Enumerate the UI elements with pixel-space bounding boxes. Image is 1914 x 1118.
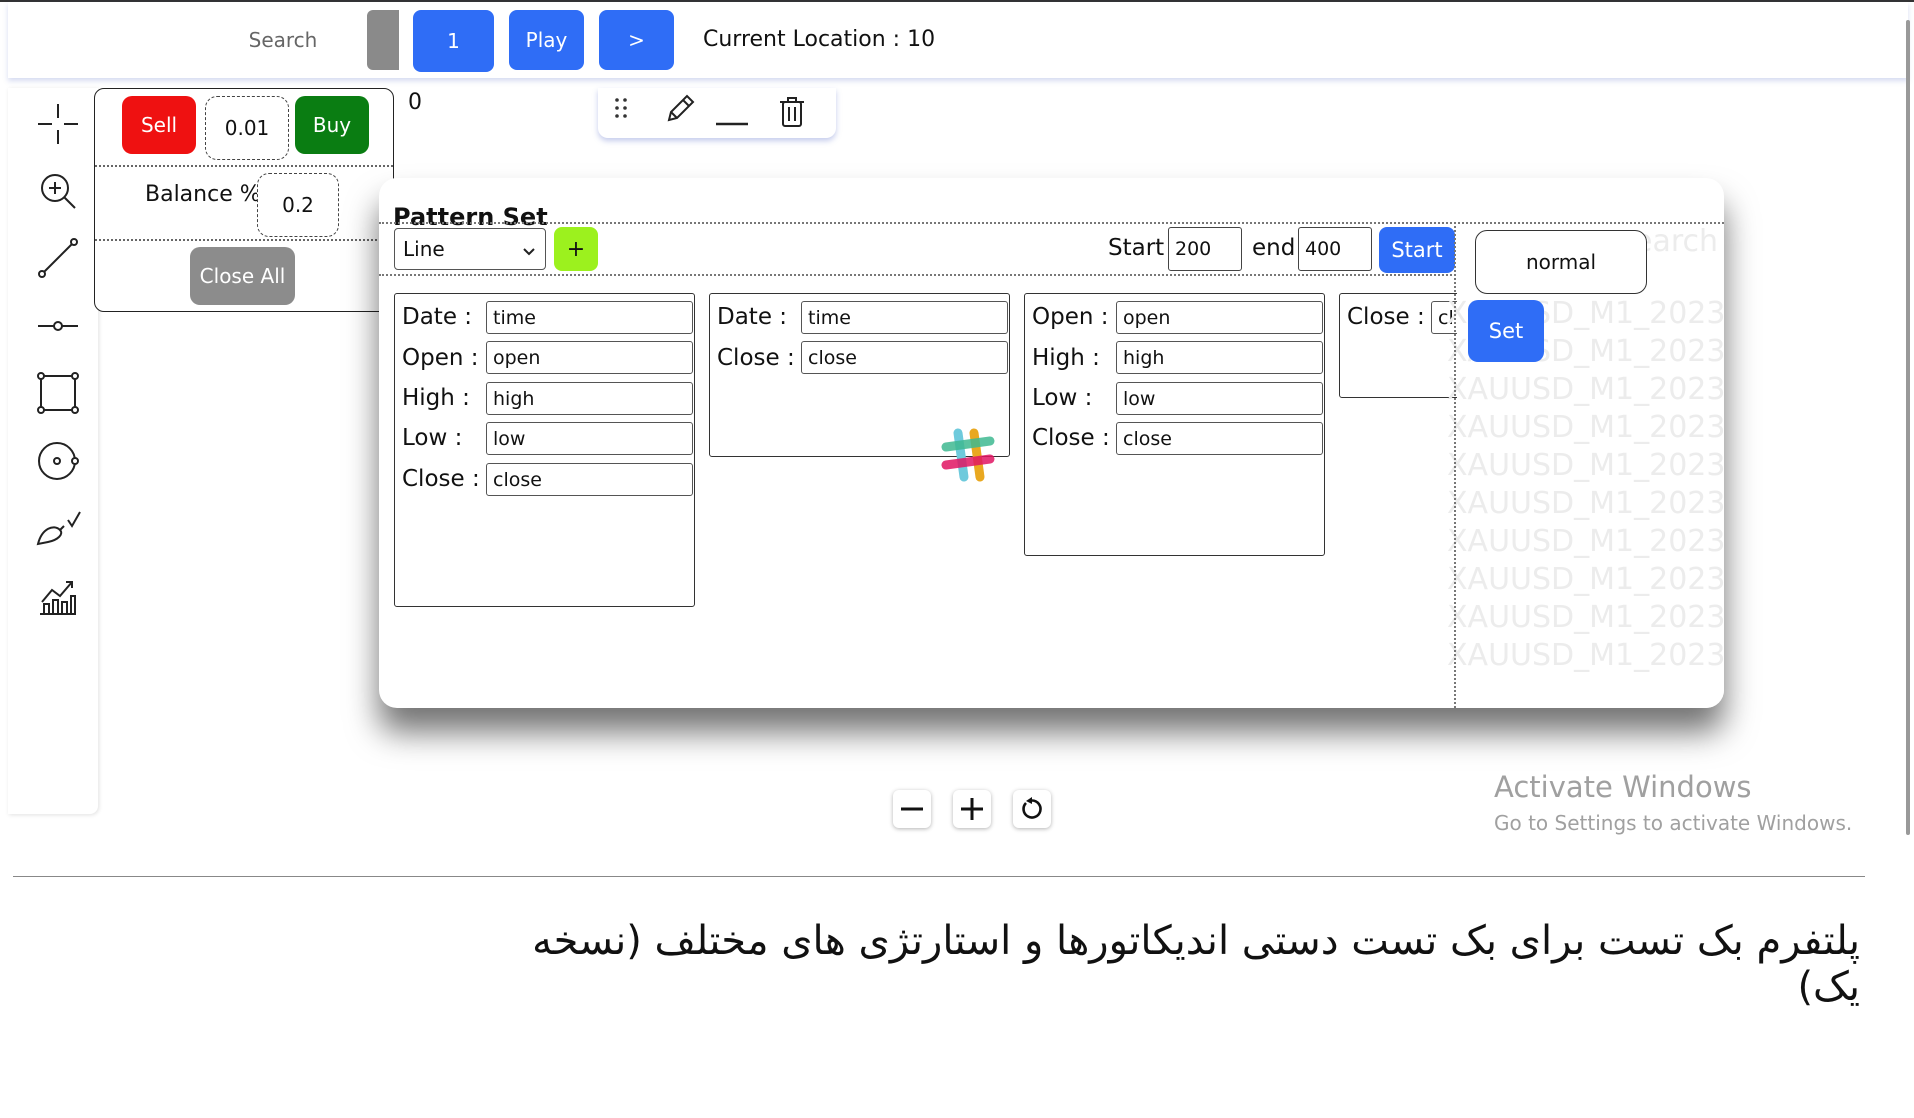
- pencil-icon[interactable]: [663, 92, 697, 130]
- close-all-button[interactable]: Close All: [190, 247, 295, 305]
- zoom-out-button[interactable]: [893, 790, 931, 828]
- reset-zoom-button[interactable]: [1013, 790, 1051, 828]
- line-style-icon[interactable]: [716, 112, 748, 131]
- field-label: Close :: [1032, 425, 1110, 451]
- field-input[interactable]: time: [486, 301, 693, 334]
- field-label: Open :: [402, 345, 479, 371]
- pattern-set-modal: Pattern Set Line + Start end Start Date …: [379, 178, 1724, 708]
- plus-icon: [961, 798, 983, 820]
- zoom-in-button[interactable]: [953, 790, 991, 828]
- trendline-icon[interactable]: [28, 228, 88, 288]
- field-label: Date :: [717, 304, 788, 330]
- select-value: Line: [403, 237, 445, 261]
- field-input[interactable]: low: [486, 422, 693, 455]
- field-input[interactable]: close: [801, 341, 1008, 374]
- minus-icon: [901, 807, 923, 811]
- hashtag-logo-icon: [938, 425, 998, 489]
- brush-icon[interactable]: [28, 498, 88, 558]
- indicator-chart-icon[interactable]: [28, 566, 88, 626]
- file-item[interactable]: XAUUSD_M1_202308: [1447, 524, 1724, 559]
- field-label: High :: [402, 385, 470, 411]
- divider: [379, 274, 1487, 276]
- field-label: Close :: [1347, 304, 1425, 330]
- mode-select[interactable]: normal: [1475, 230, 1647, 294]
- file-item[interactable]: XAUUSD_M1_202311: [1447, 638, 1724, 673]
- position-counter: 0: [408, 90, 422, 115]
- drag-handle-icon[interactable]: [613, 96, 629, 124]
- step-input[interactable]: 1: [413, 10, 494, 72]
- start-input[interactable]: [1168, 227, 1242, 271]
- trash-icon[interactable]: [778, 96, 806, 132]
- chevron-down-icon: [523, 237, 535, 261]
- left-toolbar: [8, 88, 98, 814]
- top-bar: 1 Play > Current Location : 10: [8, 2, 1908, 78]
- activate-windows-subtitle: Go to Settings to activate Windows.: [1494, 811, 1853, 835]
- start-label: Start: [1108, 235, 1165, 261]
- field-input[interactable]: time: [801, 301, 1008, 334]
- pattern-card-ohlc: Date : time Open : open High : high Low …: [394, 293, 695, 607]
- current-location: Current Location : 10: [703, 27, 936, 52]
- end-input[interactable]: [1298, 227, 1372, 271]
- field-input[interactable]: high: [1116, 341, 1323, 374]
- search-input[interactable]: [198, 22, 368, 58]
- field-input[interactable]: close: [1116, 422, 1323, 455]
- field-label: Close :: [717, 345, 795, 371]
- drawing-toolbar: [598, 88, 836, 138]
- field-input[interactable]: close: [486, 463, 693, 496]
- zoom-in-icon[interactable]: [28, 161, 88, 221]
- divider: [13, 876, 1865, 877]
- file-item[interactable]: XAUUSD_M1_202310: [1447, 600, 1724, 635]
- circle-icon[interactable]: [28, 431, 88, 491]
- field-label: Low :: [1032, 385, 1093, 411]
- divider: [95, 165, 393, 167]
- field-label: Open :: [1032, 304, 1109, 330]
- page-caption: پلتفرم بک تست برای بک تست دستی اندیکاتور…: [532, 918, 1860, 1010]
- field-label: Date :: [402, 304, 473, 330]
- sell-button[interactable]: Sell: [122, 96, 196, 154]
- file-item[interactable]: XAUUSD_M1_202303: [1447, 372, 1724, 407]
- refresh-icon: [1022, 797, 1042, 819]
- horizontal-line-icon[interactable]: [28, 296, 88, 356]
- balance-input[interactable]: 0.2: [257, 173, 339, 237]
- field-input[interactable]: low: [1116, 382, 1323, 415]
- page-scrollbar[interactable]: [1906, 20, 1910, 835]
- field-input[interactable]: open: [1116, 301, 1323, 334]
- start-button[interactable]: Start: [1379, 227, 1455, 273]
- lot-size-input[interactable]: 0.01: [205, 96, 289, 160]
- field-label: Low :: [402, 425, 463, 451]
- file-item[interactable]: XAUUSD_M1_202304: [1447, 410, 1724, 445]
- file-item[interactable]: XAUUSD_M1_202305: [1447, 448, 1724, 483]
- file-side-panel: earch XAUUSD_M1_202301 XAUUSD_M1_202302 …: [1447, 224, 1724, 708]
- file-item[interactable]: XAUUSD_M1_202306: [1447, 486, 1724, 521]
- field-label: High :: [1032, 345, 1100, 371]
- file-item[interactable]: XAUUSD_M1_202309: [1447, 562, 1724, 597]
- field-input[interactable]: high: [486, 382, 693, 415]
- search-toggle-tab[interactable]: [367, 10, 399, 70]
- divider: [1454, 222, 1456, 708]
- divider: [95, 239, 393, 241]
- buy-button[interactable]: Buy: [295, 96, 369, 154]
- field-label: Close :: [402, 466, 480, 492]
- next-button[interactable]: >: [599, 10, 674, 70]
- pattern-type-select[interactable]: Line: [394, 228, 546, 270]
- modal-title: Pattern Set: [393, 203, 548, 231]
- activate-windows-title: Activate Windows: [1494, 770, 1752, 804]
- field-input[interactable]: open: [486, 341, 693, 374]
- pattern-card-candle: Open : open High : high Low : low Close …: [1024, 293, 1325, 556]
- end-label: end: [1252, 235, 1296, 261]
- balance-label: Balance %: [145, 182, 261, 207]
- add-pattern-button[interactable]: +: [554, 227, 598, 271]
- trade-panel: Sell 0.01 Buy Balance % 0.2 Close All: [94, 88, 394, 312]
- set-button[interactable]: Set: [1468, 300, 1544, 362]
- rectangle-icon[interactable]: [28, 363, 88, 423]
- play-button[interactable]: Play: [509, 10, 584, 70]
- crosshair-icon[interactable]: [28, 94, 88, 154]
